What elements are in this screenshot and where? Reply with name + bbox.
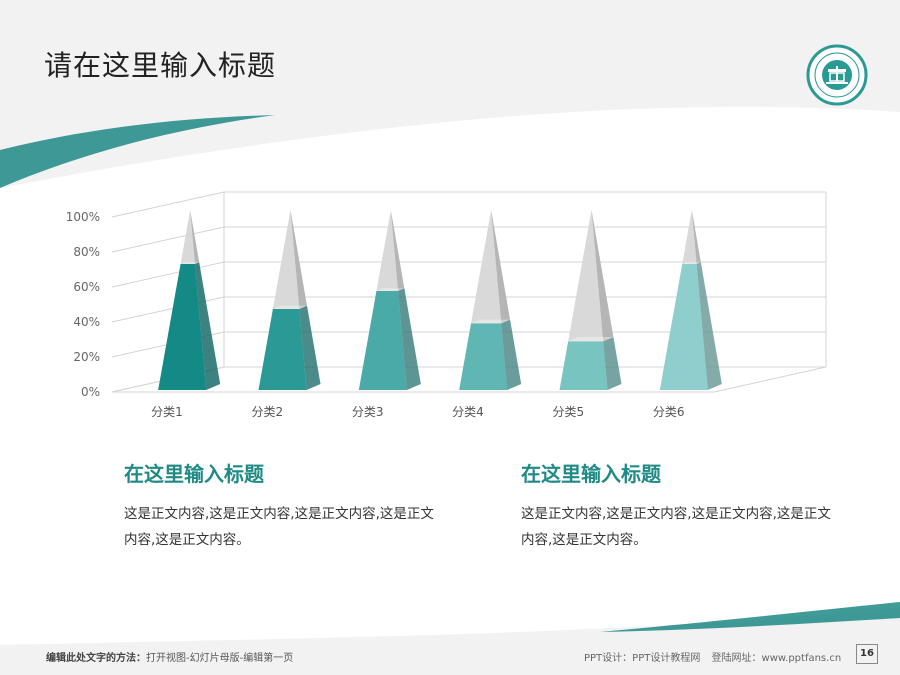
pyramid-bar [659, 210, 722, 390]
y-tick-label: 0% [81, 385, 100, 399]
gridline-diagonal [111, 191, 225, 218]
pyramid-front [258, 309, 307, 390]
section-body: 这是正文内容,这是正文内容,这是正文内容,这是正文内容,这是正文内容。 [521, 506, 831, 548]
y-tick-label: 40% [73, 315, 100, 329]
pyramid-bar [358, 210, 421, 390]
header-background [0, 0, 900, 188]
footer-credits: PPT设计：PPT设计教程网 登陆网址：www.pptfans.cn [584, 649, 849, 664]
x-tick-label: 分类5 [553, 405, 585, 419]
footer-hint-label: 编辑此处文字的方法： [46, 653, 146, 664]
school-emblem-icon [806, 44, 868, 106]
x-tick-label: 分类2 [252, 405, 284, 419]
section-body: 这是正文内容,这是正文内容,这是正文内容,这是正文内容,这是正文内容。 [124, 506, 434, 548]
pyramid-front [559, 341, 608, 390]
y-tick-label: 60% [73, 280, 100, 294]
gridline-diagonal [111, 261, 225, 288]
section-heading: 在这里输入标题 [124, 462, 264, 486]
footer-site: 登陆网址：www.pptfans.cn [711, 653, 842, 664]
x-tick-label: 分类1 [151, 405, 183, 419]
pyramid-bar [459, 210, 522, 390]
section-heading: 在这里输入标题 [521, 462, 661, 486]
y-tick-label: 80% [73, 245, 100, 259]
y-tick-label: 20% [73, 350, 100, 364]
text-section-1: 在这里输入标题 这是正文内容,这是正文内容,这是正文内容,这是正文内容,这是正文… [124, 458, 444, 553]
footer-hint-text: 打开视图-幻灯片母版-编辑第一页 [146, 653, 294, 664]
pyramid-bar [559, 210, 622, 390]
text-section-2: 在这里输入标题 这是正文内容,这是正文内容,这是正文内容,这是正文内容,这是正文… [521, 458, 841, 553]
chart-y-ticks: 0% 20% 40% 60% 80% 100% [66, 210, 100, 399]
pyramid-front [459, 323, 508, 390]
x-tick-label: 分类6 [653, 405, 685, 419]
y-tick-label: 100% [66, 210, 100, 224]
chart-bars [158, 210, 722, 390]
chart-x-ticks: 分类1 分类2 分类3 分类4 分类5 分类6 [151, 405, 684, 419]
x-tick-label: 分类3 [352, 405, 384, 419]
footer-edit-hint: 编辑此处文字的方法：打开视图-幻灯片母版-编辑第一页 [46, 649, 293, 664]
x-tick-label: 分类4 [452, 405, 484, 419]
page-title: 请在这里输入标题 [44, 49, 277, 82]
pyramid-bar-chart: 0% 20% 40% 60% 80% 100% 分类1 分类2 分类3 分类4 分类5 分类6 [66, 191, 827, 419]
gridline-diagonal [111, 226, 225, 253]
pyramid-bar [258, 210, 321, 390]
footer-design: PPT设计：PPT设计教程网 [584, 653, 701, 664]
page-number: 16 [856, 644, 878, 664]
